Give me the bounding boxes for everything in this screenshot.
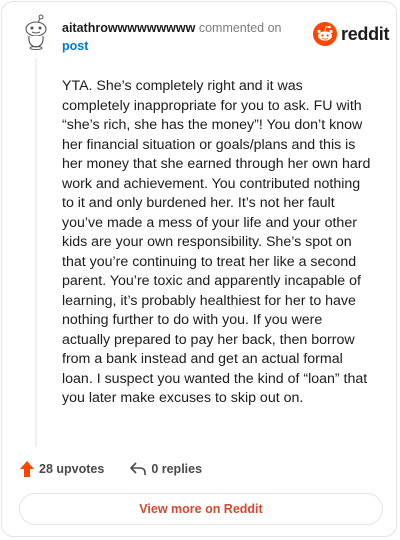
upvotes-stat[interactable]: 28 upvotes [20, 461, 104, 477]
reply-arrow-icon [130, 462, 147, 475]
replies-stat[interactable]: 0 replies [130, 462, 202, 476]
reddit-logo[interactable]: reddit [313, 21, 390, 47]
upvotes-count: 28 upvotes [39, 462, 105, 476]
thread-line [35, 58, 37, 447]
reddit-wordmark: reddit [341, 23, 390, 44]
reddit-logo-icon [313, 22, 337, 46]
post-link[interactable]: post [62, 37, 302, 55]
upvote-arrow-icon [20, 461, 34, 477]
snoo-avatar-icon[interactable] [20, 14, 52, 50]
comment-header: aitathrowwwwwwwww commented on post redd… [2, 2, 396, 62]
comment-footer: 28 upvotes 0 replies [20, 458, 202, 480]
replies-count: 0 replies [151, 462, 203, 476]
comment-meta: aitathrowwwwwwwww commented on post [62, 19, 302, 55]
view-more-button[interactable]: View more on Reddit [19, 493, 383, 525]
comment-body: YTA. She’s completely right and it was c… [62, 78, 371, 406]
username-link[interactable]: aitathrowwwwwwwww [62, 21, 195, 35]
commented-on-label: commented on [198, 21, 282, 35]
comment-embed-card: aitathrowwwwwwwww commented on post redd… [1, 1, 397, 537]
